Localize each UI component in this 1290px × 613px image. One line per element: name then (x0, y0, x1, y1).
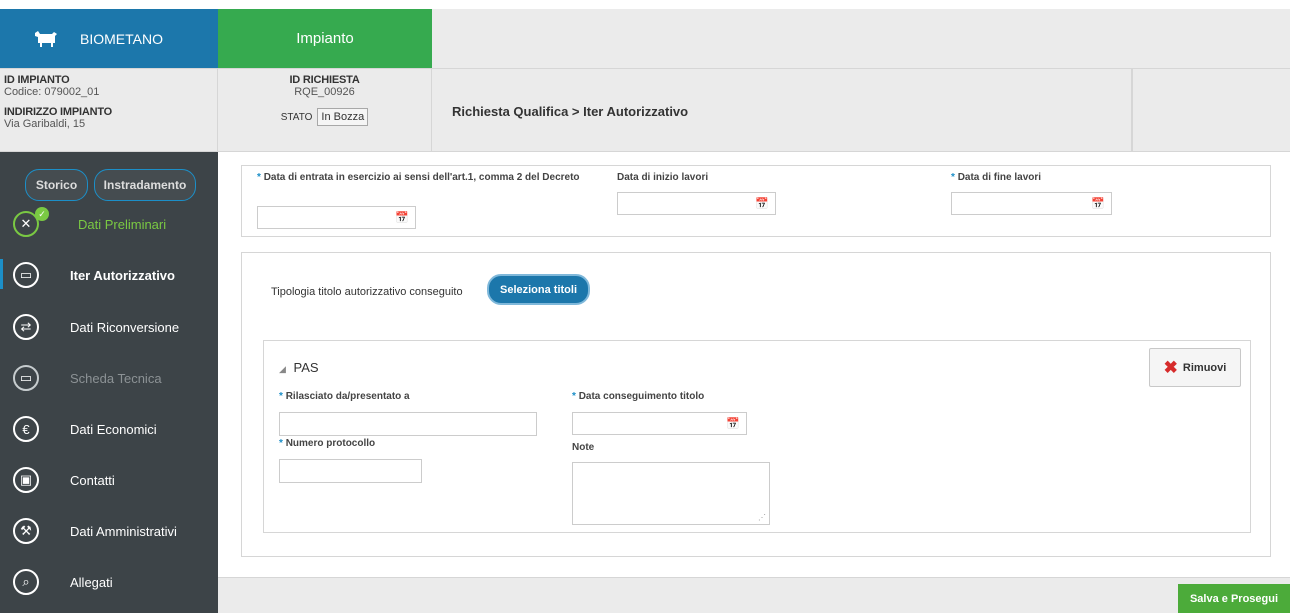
rimuovi-button[interactable]: ✖ Rimuovi (1149, 348, 1241, 387)
info-empty-cell (1132, 69, 1290, 153)
data-entrata-label: * Data di entrata in esercizio ai sensi … (257, 172, 580, 183)
indirizzo-value: Via Garibaldi, 15 (4, 118, 86, 130)
data-fine-label: * Data di fine lavori (951, 172, 1042, 183)
titoli-panel: Tipologia titolo autorizzativo conseguit… (241, 252, 1271, 557)
salva-e-prosegui-button[interactable]: Salva e Prosegui (1178, 584, 1290, 613)
remove-x-icon: ✖ (1163, 357, 1178, 377)
seleziona-titoli-button[interactable]: Seleziona titoli (487, 274, 590, 305)
pas-section: ◢ PAS ✖ Rimuovi * Rilasciato da/presenta… (263, 340, 1251, 533)
calendar-icon: ▭ (13, 262, 39, 288)
sidebar-item-label: Contatti (70, 472, 115, 488)
sidebar-item-label: Dati Preliminari (78, 216, 167, 232)
sidebar-item-label: Allegati (70, 574, 113, 590)
sidebar-item-dati-preliminari[interactable]: ✕ ✓ Dati Preliminari (0, 202, 218, 246)
calendar-picker-icon[interactable]: 📅 (1091, 197, 1105, 210)
top-bar-filler (432, 9, 1290, 68)
impianto-info: ID IMPIANTO Codice: 079002_01 INDIRIZZO … (0, 69, 218, 153)
rilasciato-input[interactable] (279, 412, 537, 436)
data-inizio-label: Data di inizio lavori (617, 172, 709, 183)
data-fine-input[interactable]: 📅 (951, 192, 1112, 215)
sidebar-item-dati-riconversione[interactable]: ⇄ Dati Riconversione (0, 305, 218, 349)
bottom-bar: Salva e Prosegui (218, 577, 1290, 613)
sidebar-item-iter-autorizzativo[interactable]: ▭ Iter Autorizzativo (0, 253, 218, 297)
rilasciato-label: * Rilasciato da/presentato a (279, 391, 410, 402)
sidebar-item-label: Scheda Tecnica (70, 370, 162, 386)
shuffle-icon: ⇄ (13, 314, 39, 340)
cow-icon (35, 30, 57, 47)
stato-label: STATO (280, 111, 313, 123)
data-conseguimento-label: * Data conseguimento titolo (572, 391, 705, 402)
breadcrumb: Richiesta Qualifica > Iter Autorizzativo (432, 69, 1132, 153)
codice-value: Codice: 079002_01 (4, 86, 100, 98)
storico-button[interactable]: Storico (25, 169, 88, 201)
note-textarea[interactable]: ⋰ (572, 462, 770, 525)
pas-title[interactable]: ◢ PAS (279, 360, 319, 375)
indirizzo-label: INDIRIZZO IMPIANTO (4, 106, 113, 118)
richiesta-info: ID RICHIESTA RQE_00926 STATO In Bozza (218, 69, 432, 153)
check-icon: ✓ (35, 207, 49, 221)
sidebar-item-dati-economici[interactable]: € Dati Economici (0, 407, 218, 451)
calendar-picker-icon[interactable]: 📅 (726, 417, 740, 430)
main-content: * Data di entrata in esercizio ai sensi … (218, 152, 1290, 613)
top-bar: BIOMETANO Impianto (0, 0, 1290, 68)
tipologia-label: Tipologia titolo autorizzativo conseguit… (271, 286, 463, 298)
calendar-picker-icon[interactable]: 📅 (395, 211, 409, 224)
note-label: Note (572, 442, 595, 453)
contacts-icon: ▣ (13, 467, 39, 493)
collapse-triangle-icon[interactable]: ◢ (279, 364, 286, 374)
resize-grip-icon[interactable]: ⋰ (758, 513, 766, 522)
info-row: ID IMPIANTO Codice: 079002_01 INDIRIZZO … (0, 68, 1290, 153)
date-panel: * Data di entrata in esercizio ai sensi … (241, 165, 1271, 237)
wrench-icon: ⚒ (13, 518, 39, 544)
data-conseguimento-input[interactable]: 📅 (572, 412, 747, 435)
sidebar-item-scheda-tecnica[interactable]: ▭ Scheda Tecnica (0, 356, 218, 400)
calendar-picker-icon[interactable]: 📅 (755, 197, 769, 210)
data-entrata-input[interactable]: 📅 (257, 206, 416, 229)
numero-protocollo-label: * Numero protocollo (279, 438, 376, 449)
sidebar-item-label: Iter Autorizzativo (70, 267, 175, 283)
tab-impianto[interactable]: Impianto (218, 9, 432, 68)
sidebar-item-label: Dati Amministrativi (70, 523, 177, 539)
sidebar-item-allegati[interactable]: ⌕ Allegati (0, 560, 218, 604)
numero-protocollo-input[interactable] (279, 459, 422, 483)
id-richiesta-value: RQE_00926 (294, 86, 355, 98)
sidebar-item-dati-amministrativi[interactable]: ⚒ Dati Amministrativi (0, 509, 218, 553)
paperclip-icon: ⌕ (13, 569, 39, 595)
instradamento-button[interactable]: Instradamento (94, 169, 196, 201)
brand-label: BIOMETANO (80, 30, 163, 47)
sidebar-item-label: Dati Economici (70, 421, 157, 437)
euro-icon: € (13, 416, 39, 442)
data-inizio-input[interactable]: 📅 (617, 192, 776, 215)
sidebar: Storico Instradamento ✕ ✓ Dati Prelimina… (0, 152, 218, 613)
id-impianto-label: ID IMPIANTO (4, 74, 70, 86)
sidebar-item-contatti[interactable]: ▣ Contatti (0, 458, 218, 502)
status-badge: In Bozza (317, 108, 369, 126)
document-icon: ▭ (13, 365, 39, 391)
tab-biometano[interactable]: BIOMETANO (0, 9, 218, 68)
id-richiesta-label: ID RICHIESTA (289, 74, 360, 86)
sidebar-item-label: Dati Riconversione (70, 319, 180, 335)
